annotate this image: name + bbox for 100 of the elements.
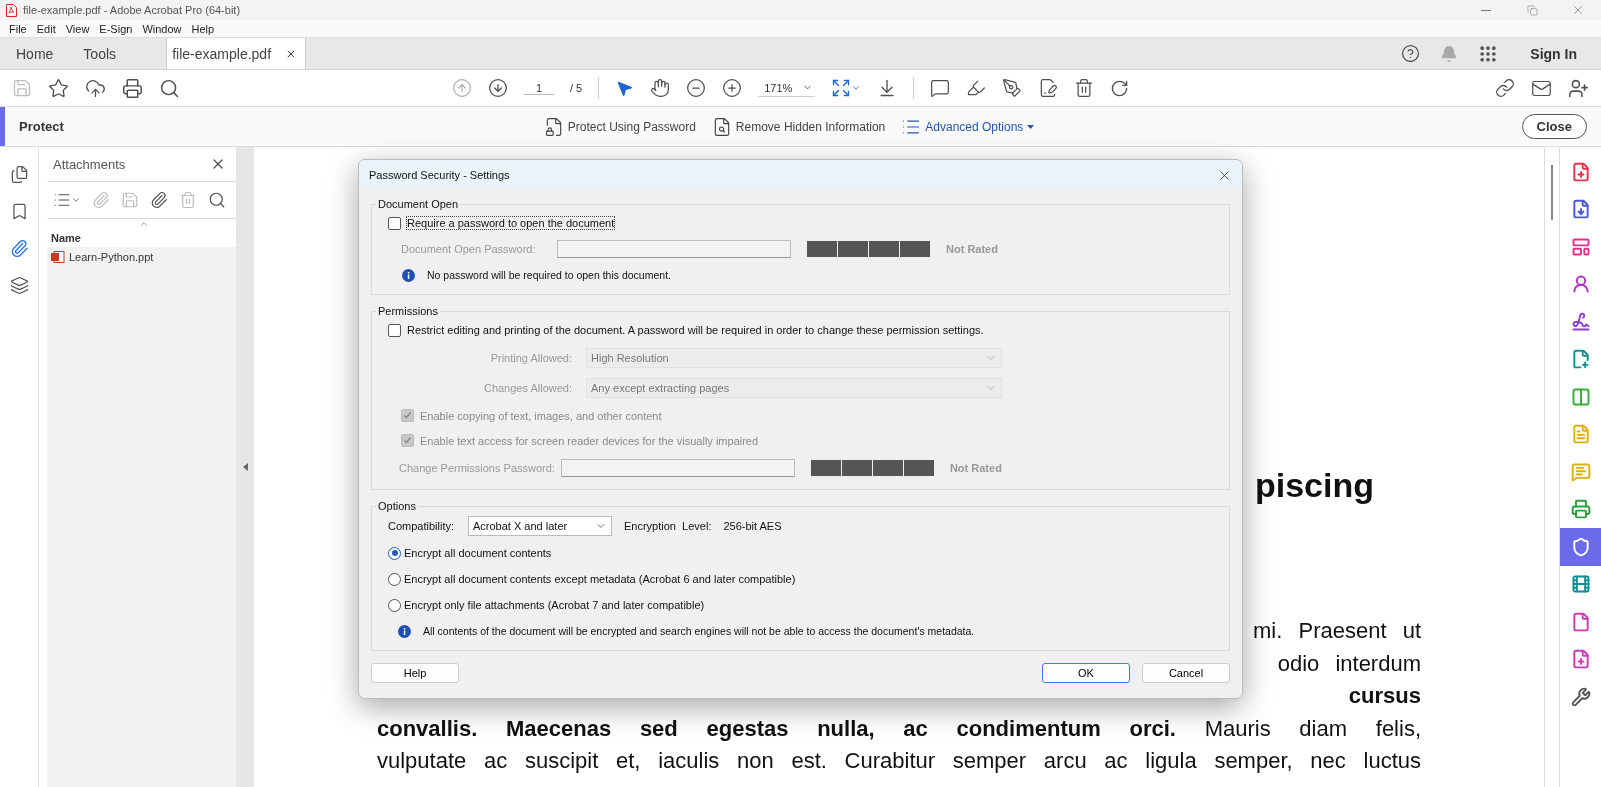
save-icon bbox=[121, 191, 139, 209]
arrow-down-icon bbox=[488, 78, 508, 98]
scrollbar-thumb[interactable] bbox=[1551, 165, 1553, 220]
checkbox-label[interactable]: Restrict editing and printing of the document. A password will be required in order to change these permission settings. bbox=[407, 324, 984, 336]
group-label: Permissions bbox=[377, 305, 439, 317]
document-text-line: odio interdum bbox=[1277, 649, 1421, 678]
radio-button[interactable] bbox=[388, 572, 401, 586]
menu-item[interactable]: Window bbox=[137, 22, 187, 35]
radio-label[interactable]: Encrypt all document contents bbox=[404, 547, 552, 559]
star-button[interactable] bbox=[48, 77, 69, 99]
list-icon bbox=[53, 191, 71, 209]
menu-item[interactable]: Help bbox=[186, 22, 220, 35]
dialog-button[interactable]: Cancel bbox=[1142, 663, 1230, 683]
print-button[interactable] bbox=[122, 77, 143, 99]
zoom-dropdown[interactable]: 171% bbox=[758, 79, 816, 97]
document-text-line: convallis. Maecenas sed egestas nulla, ac condimentum orci. Mauris diam felis, bbox=[377, 714, 1421, 743]
search-icon bbox=[208, 191, 226, 209]
checkbox[interactable] bbox=[388, 216, 401, 230]
dialog-button[interactable]: Help bbox=[371, 663, 459, 683]
caret-icon bbox=[851, 83, 862, 93]
edit-button[interactable] bbox=[1038, 78, 1059, 98]
document-heading: piscing bbox=[1254, 465, 1374, 505]
file-name[interactable]: Learn-Python.ppt bbox=[69, 251, 154, 263]
add-attachment-button[interactable] bbox=[150, 191, 168, 209]
upload-button[interactable] bbox=[85, 77, 106, 99]
menu-item[interactable]: File bbox=[4, 22, 32, 35]
page-number-field[interactable]: 1 bbox=[524, 81, 554, 95]
add-user-button[interactable] bbox=[1568, 77, 1589, 99]
pages-button[interactable] bbox=[9, 165, 29, 184]
paperclip-icon bbox=[9, 239, 29, 258]
radio-button[interactable] bbox=[388, 598, 401, 612]
radio-button[interactable] bbox=[388, 546, 401, 560]
panel-title: Attachments bbox=[53, 156, 126, 172]
highlight-button[interactable] bbox=[966, 78, 987, 98]
toolbar-action[interactable]: Advanced Options bbox=[901, 116, 1035, 137]
zoom-out-button[interactable] bbox=[686, 78, 707, 98]
document-text-line: cursus bbox=[1348, 682, 1421, 710]
pdf-icon bbox=[6, 3, 17, 17]
menu-item[interactable]: Edit bbox=[31, 22, 61, 35]
help-button[interactable] bbox=[1401, 44, 1421, 63]
menu-item[interactable]: View bbox=[60, 22, 95, 35]
minimize-icon bbox=[1481, 9, 1491, 11]
sign-button[interactable] bbox=[1002, 78, 1023, 98]
close-tool-button[interactable]: Close bbox=[1521, 114, 1587, 139]
expand-icon bbox=[831, 78, 852, 98]
rotate-button[interactable] bbox=[1110, 78, 1130, 98]
tab[interactable]: file-example.pdf bbox=[166, 38, 307, 69]
paperclip-button[interactable] bbox=[9, 239, 29, 258]
radio-label[interactable]: Encrypt all document contents except metadata (Acrobat 6 and later compatible) bbox=[404, 573, 796, 585]
page-total: / 5 bbox=[570, 82, 583, 94]
tab[interactable]: Home bbox=[0, 38, 68, 69]
layers-button[interactable] bbox=[9, 276, 29, 295]
dropdown[interactable]: Acrobat X and later bbox=[468, 516, 612, 536]
collapse-arrow-icon[interactable] bbox=[242, 463, 248, 471]
select-tool-button[interactable] bbox=[615, 78, 635, 98]
zoom-in-button[interactable] bbox=[722, 78, 743, 98]
info-text: All contents of the document will be encrypted and search engines will not be able to access the document's metadata. bbox=[423, 625, 975, 637]
delete-button[interactable] bbox=[1074, 78, 1095, 98]
share-link-button[interactable] bbox=[1495, 78, 1515, 98]
document-text-line: vulputate ac suscipit et, iaculis non est. Curabitur semper arcu ac ligula semper, nec luctus bbox=[377, 747, 1421, 775]
toolbar-action[interactable]: Remove Hidden Information bbox=[711, 116, 886, 137]
cloud-upload-icon bbox=[85, 77, 106, 99]
restore-icon bbox=[1526, 4, 1538, 16]
field-label: Changes Allowed: bbox=[482, 382, 572, 394]
fit-page-button[interactable] bbox=[831, 78, 862, 98]
options-button[interactable] bbox=[53, 191, 81, 209]
tool-title: Protect bbox=[19, 119, 64, 134]
dialog-button[interactable]: OK bbox=[1042, 663, 1130, 683]
menu-item[interactable]: E-Sign bbox=[94, 22, 138, 35]
comment-button[interactable] bbox=[930, 78, 951, 98]
pen-icon bbox=[1002, 78, 1023, 98]
info-icon bbox=[402, 268, 415, 282]
tab[interactable]: Tools bbox=[67, 38, 131, 69]
apps-button[interactable] bbox=[1478, 43, 1499, 64]
help-icon bbox=[1401, 44, 1421, 63]
group-label: Options bbox=[377, 500, 417, 512]
arrow-up-icon bbox=[452, 78, 472, 98]
toolbar-action[interactable]: Protect Using Password bbox=[543, 116, 696, 137]
checkbox-label[interactable]: Require a password to open the document bbox=[407, 217, 615, 229]
bell-icon bbox=[1440, 44, 1459, 63]
radio-label[interactable]: Encrypt only file attachments (Acrobat 7 and later compatible) bbox=[404, 599, 705, 611]
field-label: Encryption Level: bbox=[624, 520, 712, 532]
checkbox[interactable] bbox=[388, 323, 401, 337]
search-attachment-button[interactable] bbox=[208, 191, 226, 209]
next-page-button[interactable] bbox=[488, 78, 508, 98]
trash-icon bbox=[1074, 78, 1095, 98]
sign-in-button[interactable]: Sign In bbox=[1518, 45, 1577, 62]
save-icon bbox=[12, 78, 32, 98]
tool-button[interactable] bbox=[1560, 528, 1601, 566]
file-edit-icon bbox=[1038, 78, 1059, 98]
checkmark-icon bbox=[403, 436, 412, 445]
hand-tool-button[interactable] bbox=[650, 78, 671, 98]
group-label: Document Open bbox=[377, 198, 460, 210]
link-icon bbox=[1495, 78, 1515, 98]
search-button[interactable] bbox=[159, 77, 180, 99]
document-text-line: mi. Praesent ut bbox=[1253, 617, 1421, 645]
field-label: Document Open Password: bbox=[401, 243, 537, 255]
close-icon bbox=[1571, 3, 1585, 17]
checkmark-icon bbox=[403, 411, 412, 420]
printer-icon bbox=[122, 77, 143, 99]
